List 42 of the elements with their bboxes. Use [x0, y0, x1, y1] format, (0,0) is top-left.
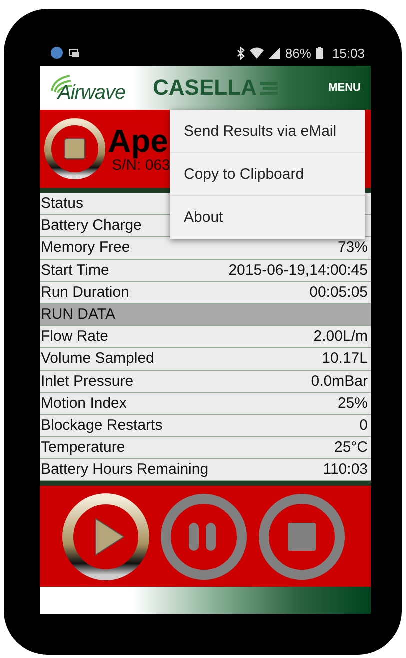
- row-value: 2.00L/m: [314, 328, 368, 346]
- serial-number: S/N: 063: [112, 158, 170, 174]
- menu-item[interactable]: Copy to Clipboard: [170, 153, 365, 196]
- row-value: 2015-06-19,14:00:45: [228, 262, 368, 279]
- device-name: Ape: [108, 124, 170, 158]
- casella-logo: CASELLA: [153, 75, 257, 101]
- row-value: 0: [360, 416, 368, 434]
- row-label: Blockage Restarts: [41, 416, 163, 434]
- row-value: 110:03: [323, 461, 368, 478]
- row-label: Inlet Pressure: [41, 372, 134, 390]
- row-label: Battery Hours Remaining: [41, 461, 209, 478]
- row-value: 25°C: [334, 439, 368, 456]
- airwave-logo: Airwave: [58, 82, 126, 105]
- row-label: Motion Index: [41, 394, 127, 412]
- menu-item[interactable]: About: [170, 196, 365, 239]
- row-label: Status: [41, 195, 84, 212]
- signal-icon: [269, 48, 280, 58]
- stop-status-icon: [44, 118, 106, 180]
- notification-dot-icon: [50, 46, 64, 60]
- screen-icon: [69, 48, 80, 58]
- row-value: 0.0mBar: [311, 372, 368, 390]
- play-button[interactable]: [60, 490, 152, 583]
- row-label: Start Time: [41, 262, 110, 279]
- row-label: Battery Charge: [41, 217, 142, 234]
- bluetooth-icon: [237, 46, 246, 60]
- menu-button[interactable]: MENU: [326, 78, 363, 98]
- row-label: Flow Rate: [41, 328, 109, 346]
- row-value: 73%: [338, 239, 368, 256]
- row-label: Run Duration: [41, 284, 130, 301]
- row-value: 25%: [338, 394, 368, 412]
- battery-icon: [316, 47, 324, 59]
- row-value: 00:05:05: [310, 284, 368, 301]
- clock-time: 15:03: [332, 46, 365, 60]
- row-label: Temperature: [41, 439, 126, 456]
- section-header: RUN DATA: [40, 304, 371, 326]
- bars-logo-icon: [260, 81, 278, 95]
- row-label: Volume Sampled: [41, 350, 154, 368]
- wifi-icon: [250, 47, 264, 59]
- menu-item[interactable]: Send Results via eMail: [170, 110, 365, 153]
- battery-percent: 86%: [285, 46, 312, 60]
- row-value: 10.17L: [322, 350, 368, 368]
- row-label: Memory Free: [41, 239, 130, 256]
